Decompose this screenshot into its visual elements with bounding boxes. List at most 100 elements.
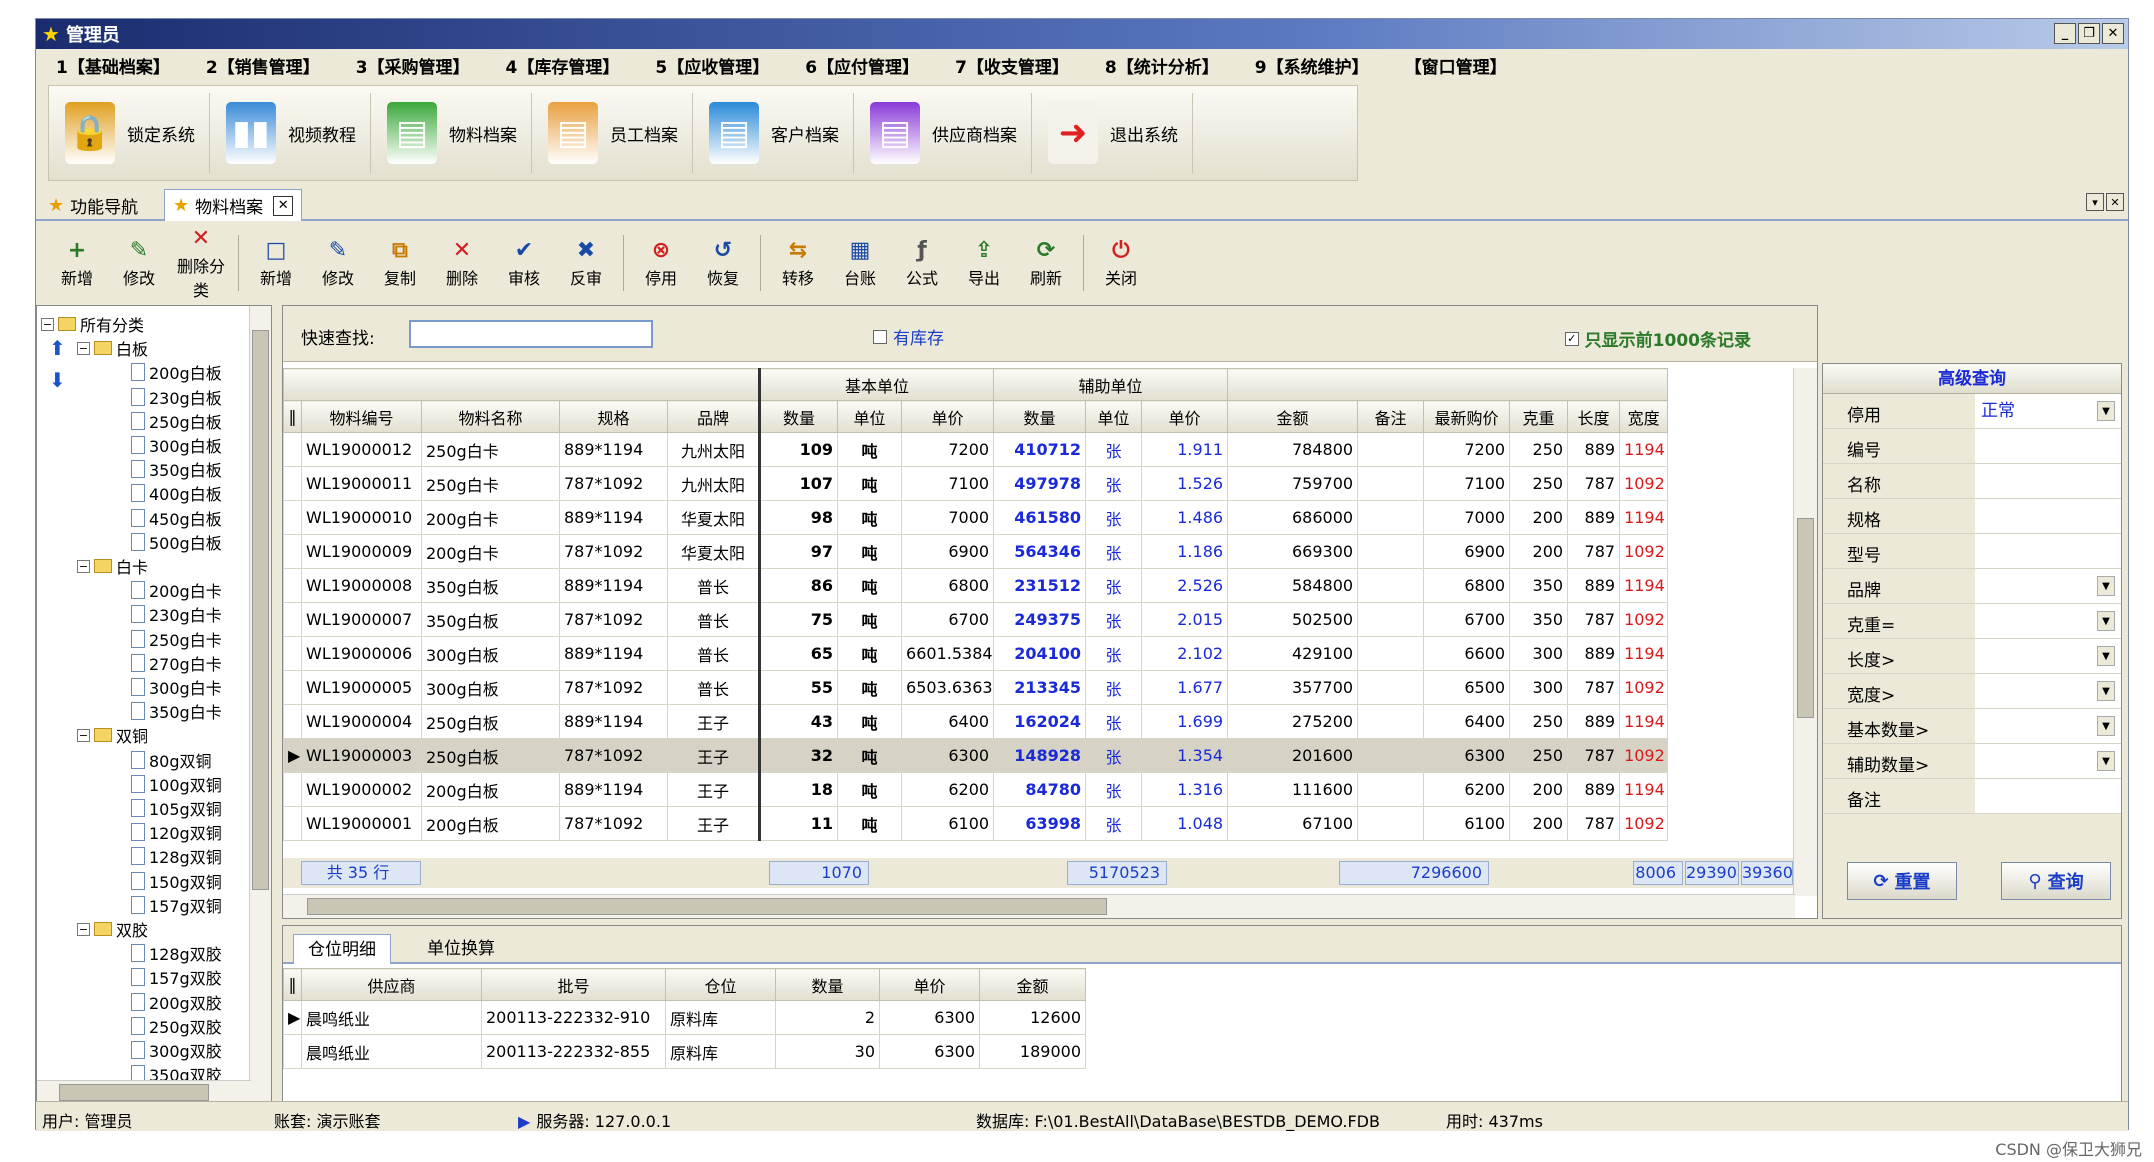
grid-vertical-scrollbar[interactable] [1793,368,1817,896]
tab-unit-conversion[interactable]: 单位换算 [413,934,509,964]
chevron-down-icon[interactable]: ▼ [2097,751,2115,771]
table-row[interactable]: WL19000006 300g白板 889*1194 普长 65 吨 6601.5384 20… [283,636,1669,671]
collapse-icon[interactable]: − [77,341,90,355]
tree-leaf[interactable]: 230g白板 [131,385,222,409]
toolbar-button[interactable]: + 新增 [46,237,108,289]
column-header[interactable]: 供应商 [301,968,482,1001]
toolbar-button[interactable]: ✖ 反审 [555,237,617,289]
tree-leaf[interactable]: 270g白卡 [131,651,222,675]
move-up-icon[interactable]: ⬆ [49,336,66,360]
table-row[interactable]: WL19000008 350g白板 889*1194 普长 86 吨 6800 231512 张… [283,568,1669,603]
tree-leaf[interactable]: 300g双胶 [131,1038,222,1062]
menu-item[interactable]: 9【系统维护】 [1255,53,1369,78]
column-header[interactable]: 物料编号 [301,400,422,433]
supplier-button[interactable]: ▤ 供应商档案 [854,93,1032,173]
column-header[interactable]: 备注 [1357,400,1425,433]
table-row[interactable]: WL19000009 200g白卡 787*1092 华夏太阳 97 吨 6900 56434… [283,534,1669,569]
toolbar-button[interactable]: ⇆ 转移 [767,237,829,289]
query-field-input[interactable] [1975,534,2121,568]
quick-search-input[interactable] [409,320,653,348]
close-icon[interactable]: ✕ [2102,23,2124,44]
table-row[interactable]: ▶ 晨鸣纸业 200113-222332-910 原料库 2 6300 12600 [283,1000,1086,1035]
toolbar-button[interactable]: ✎ 修改 [108,237,170,289]
query-field-input[interactable] [1975,429,2121,463]
menu-item[interactable]: 8【统计分析】 [1105,53,1219,78]
chevron-down-icon[interactable]: ▼ [2097,646,2115,666]
tree-leaf[interactable]: 80g双铜 [131,748,212,772]
query-field-input[interactable] [1975,464,2121,498]
tree-leaf[interactable]: 150g双铜 [131,869,222,893]
toolbar-button[interactable]: ⇪ 导出 [953,237,1015,289]
close-tab-icon[interactable]: ✕ [273,195,294,216]
tree-leaf[interactable]: 230g白卡 [131,602,222,626]
menu-item[interactable]: 1【基础档案】 [56,53,170,78]
tree-leaf[interactable]: 250g白卡 [131,627,222,651]
tree-leaf[interactable]: 200g双胶 [131,990,222,1014]
tree-leaf[interactable]: 400g白板 [131,481,222,505]
tree-leaf[interactable]: 250g双胶 [131,1014,222,1038]
tree-leaf[interactable]: 128g双铜 [131,844,222,868]
video-button[interactable]: ▮▮ 视频教程 [210,93,371,173]
restore-icon[interactable]: ❐ [2078,23,2100,44]
column-header[interactable]: 宽度 [1619,400,1669,433]
toolbar-button[interactable]: ✔ 审核 [493,237,555,289]
menu-item[interactable]: 5【应收管理】 [655,53,769,78]
column-header[interactable]: 单价 [879,968,980,1001]
column-header[interactable]: 金额 [1227,400,1359,433]
tree-vertical-scrollbar[interactable] [249,306,271,1104]
tree-leaf[interactable]: 105g双铜 [131,796,222,820]
toolbar-button[interactable]: ✎ 修改 [307,237,369,289]
column-header[interactable]: 数量 [775,968,880,1001]
column-header[interactable]: 品牌 [666,400,761,433]
tab-list-icon[interactable]: ▾ [2086,193,2104,211]
column-header[interactable]: 批号 [481,968,666,1001]
minimize-icon[interactable]: _ [2054,23,2076,44]
table-row[interactable]: ▶ WL19000003 250g白板 787*1092 王子 32 吨 6300 148928… [283,738,1669,773]
chevron-down-icon[interactable]: ▼ [2097,401,2115,421]
query-button[interactable]: ⚲ 查询 [2001,862,2111,900]
exit-button[interactable]: ➜ 退出系统 [1032,93,1193,173]
table-row[interactable]: 晨鸣纸业 200113-222332-855 原料库 30 6300 189000 [283,1034,1086,1069]
tree-leaf[interactable]: 500g白板 [131,530,222,554]
table-row[interactable]: WL19000011 250g白卡 787*1092 九州太阳 107 吨 7100 4979… [283,466,1669,501]
in-stock-checkbox[interactable]: 有库存 [873,324,944,349]
chevron-down-icon[interactable]: ▼ [2097,576,2115,596]
toolbar-button[interactable]: ⏻ 关闭 [1090,237,1152,289]
tree-leaf[interactable]: 250g白板 [131,409,222,433]
toolbar-button[interactable]: □ 新增 [245,237,307,289]
tab-close-icon[interactable]: ✕ [2106,193,2124,211]
column-header[interactable]: 单价 [901,400,995,433]
grid-horizontal-scrollbar[interactable] [283,894,1795,918]
customer-button[interactable]: ▤ 客户档案 [693,93,854,173]
column-header[interactable]: 数量 [993,400,1087,433]
chevron-down-icon[interactable]: ▼ [2097,716,2115,736]
tree-leaf[interactable]: 200g白板 [131,360,222,384]
tree-leaf[interactable]: 300g白卡 [131,675,222,699]
tree-leaf[interactable]: 350g白板 [131,457,222,481]
column-header[interactable]: 长度 [1567,400,1621,433]
material-button[interactable]: ▤ 物料档案 [371,93,532,173]
table-row[interactable]: WL19000007 350g白板 787*1092 普长 75 吨 6700 249375 张… [283,602,1669,637]
toolbar-button[interactable]: ⟳ 刷新 [1015,237,1077,289]
menu-item[interactable]: 6【应付管理】 [805,53,919,78]
column-header[interactable]: 物料名称 [421,400,560,433]
tree-leaf[interactable]: 157g双胶 [131,965,222,989]
tree-leaf[interactable]: 200g白卡 [131,578,222,602]
menu-item[interactable]: 4【库存管理】 [506,53,620,78]
column-header[interactable]: 单位 [837,400,903,433]
menu-item[interactable]: 7【收支管理】 [955,53,1069,78]
menu-item[interactable]: 【窗口管理】 [1405,53,1507,78]
toolbar-button[interactable]: ↺ 恢复 [692,237,754,289]
toolbar-button[interactable]: ✕ 删除分类 [170,225,232,301]
column-header[interactable]: 规格 [559,400,668,433]
tab-location-detail[interactable]: 仓位明细 [293,934,391,964]
toolbar-button[interactable]: ▦ 台账 [829,237,891,289]
table-row[interactable]: WL19000004 250g白板 889*1194 王子 43 吨 6400 162024 张… [283,704,1669,739]
lock-button[interactable]: 🔒 锁定系统 [49,93,210,173]
tree-folder[interactable]: − 白板 [77,336,148,360]
table-row[interactable]: WL19000010 200g白卡 889*1194 华夏太阳 98 吨 7000 46158… [283,500,1669,535]
table-row[interactable]: WL19000005 300g白板 787*1092 普长 55 吨 6503.6363 21… [283,670,1669,705]
collapse-icon[interactable]: − [41,317,54,331]
tree-leaf[interactable]: 128g双胶 [131,941,222,965]
tree-leaf[interactable]: 157g双铜 [131,893,222,917]
